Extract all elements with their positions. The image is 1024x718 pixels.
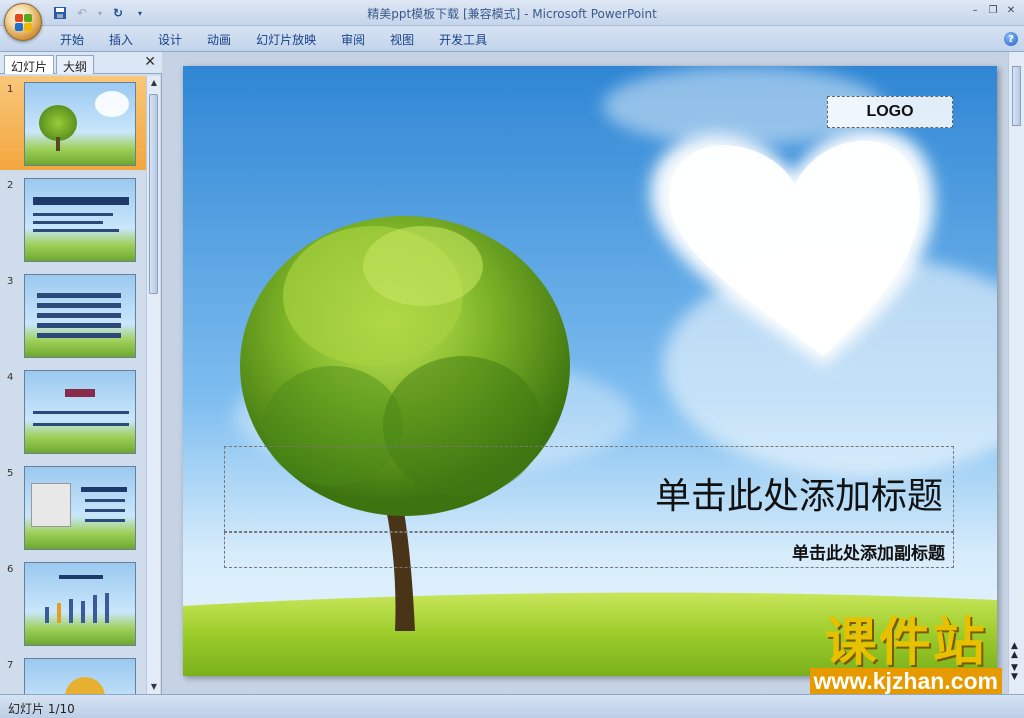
status-bar: 幻灯片 1/10	[0, 694, 1024, 718]
thumb-tree	[39, 105, 77, 141]
tab-view[interactable]: 视图	[390, 31, 427, 48]
slide-number: 4	[7, 372, 14, 383]
thumb-line	[33, 411, 129, 414]
slide-thumbnail[interactable]	[24, 178, 136, 262]
slide-thumbnail[interactable]	[24, 658, 136, 694]
slide-thumbnail-row[interactable]: 5	[0, 460, 146, 554]
slide-number: 5	[7, 468, 14, 479]
thumb-line	[37, 303, 121, 308]
slide-thumbnail-row[interactable]: 3	[0, 268, 146, 362]
thumb-block	[81, 487, 127, 492]
title-placeholder[interactable]: 单击此处添加标题	[224, 446, 954, 532]
slides-pane: 幻灯片 大纲 ✕ 1 2 3 4 5 6 7 ▲ ▼	[0, 52, 162, 694]
window-title: 精美ppt模板下载 [兼容模式] - Microsoft PowerPoint	[367, 7, 657, 21]
close-pane-icon[interactable]: ✕	[144, 54, 156, 70]
window-controls: – ❐ ✕	[968, 3, 1018, 17]
scroll-up-icon[interactable]: ▲	[149, 78, 159, 88]
thumb-shape	[65, 677, 105, 694]
slide-counter: 幻灯片 1/10	[8, 702, 75, 716]
thumb-image	[31, 483, 71, 527]
tab-design[interactable]: 设计	[158, 31, 195, 48]
watermark: 课件站 www.kjzhan.com	[809, 613, 1002, 694]
slide-number: 7	[7, 660, 14, 671]
tab-animations[interactable]: 动画	[207, 31, 244, 48]
watermark-brand: 课件站	[824, 613, 987, 673]
slide-thumbnail[interactable]	[24, 562, 136, 646]
slide-background-image	[183, 66, 997, 676]
thumb-line	[33, 221, 103, 224]
tab-slides[interactable]: 幻灯片	[4, 55, 55, 74]
ribbon-tabs: 开始 插入 设计 动画 幻灯片放映 审阅 视图 开发工具	[60, 31, 512, 48]
thumb-line	[33, 213, 113, 216]
current-slide[interactable]: LOGO 单击此处添加标题 单击此处添加副标题	[183, 66, 997, 676]
thumb-bar	[81, 601, 85, 623]
slide-thumbnail[interactable]	[24, 466, 136, 550]
title-bar: ↶ ▾ ↻ ▾ 精美ppt模板下载 [兼容模式] - Microsoft Pow…	[0, 0, 1024, 41]
slide-thumbnail[interactable]	[24, 82, 136, 166]
slide-thumbnail-row[interactable]: 2	[0, 172, 146, 266]
thumb-bar	[57, 603, 61, 623]
tab-outline[interactable]: 大纲	[56, 55, 95, 74]
slide-thumbnail-row[interactable]: 7	[0, 652, 146, 694]
thumb-bar	[105, 593, 109, 623]
scroll-thumb[interactable]	[149, 94, 158, 294]
restore-icon[interactable]: ❐	[986, 3, 1000, 17]
slide-number: 6	[7, 564, 14, 575]
thumb-line	[33, 423, 129, 426]
thumb-line	[37, 293, 121, 298]
thumb-block	[33, 197, 129, 205]
thumb-line	[37, 323, 121, 328]
slide-number: 1	[7, 84, 14, 95]
help-icon[interactable]: ?	[1004, 32, 1018, 46]
slide-editing-area: LOGO 单击此处添加标题 单击此处添加副标题 ▲ ▲ ▼ ▼	[163, 52, 1024, 694]
slide-thumbnail-row[interactable]: 6	[0, 556, 146, 650]
watermark-url: www.kjzhan.com	[809, 668, 1002, 694]
slide-thumbnails: 1 2 3 4 5 6 7	[0, 76, 146, 694]
slide-number: 2	[7, 180, 14, 191]
logo-placeholder[interactable]: LOGO	[827, 96, 953, 128]
thumb-line	[37, 333, 121, 338]
previous-slide-icon[interactable]: ▲ ▲	[1011, 642, 1018, 660]
scroll-down-icon[interactable]: ▼	[149, 682, 159, 692]
subtitle-placeholder-text: 单击此处添加副标题	[792, 544, 945, 564]
slide-number: 3	[7, 276, 14, 287]
office-logo-icon	[15, 14, 33, 32]
title-placeholder-text: 单击此处添加标题	[654, 476, 943, 517]
ribbon-tabs-bar: 开始 插入 设计 动画 幻灯片放映 审阅 视图 开发工具 ?	[0, 26, 1024, 52]
thumb-line	[85, 519, 125, 522]
thumb-bar	[93, 595, 97, 623]
scroll-thumb[interactable]	[1012, 66, 1021, 126]
canvas-scrollbar[interactable]: ▲ ▲ ▼ ▼	[1008, 52, 1024, 694]
tab-developer[interactable]: 开发工具	[439, 31, 500, 48]
slide-thumbnail-row[interactable]: 4	[0, 364, 146, 458]
thumb-bar	[45, 607, 49, 623]
slides-pane-scrollbar[interactable]: ▲ ▼	[146, 76, 160, 694]
tab-insert[interactable]: 插入	[109, 31, 146, 48]
thumb-cloud	[95, 91, 129, 117]
subtitle-placeholder[interactable]: 单击此处添加副标题	[224, 532, 954, 568]
next-slide-icon[interactable]: ▼ ▼	[1011, 664, 1018, 682]
thumb-block	[59, 575, 103, 579]
office-button[interactable]	[4, 3, 42, 41]
thumb-line	[85, 499, 125, 502]
slide-thumbnail-row[interactable]: 1	[0, 76, 146, 170]
slide-thumbnail[interactable]	[24, 274, 136, 358]
thumb-trunk	[56, 137, 60, 151]
thumb-line	[85, 509, 125, 512]
tab-slide-show[interactable]: 幻灯片放映	[256, 31, 329, 48]
tab-home[interactable]: 开始	[60, 31, 97, 48]
tab-review[interactable]: 审阅	[341, 31, 378, 48]
thumb-line	[33, 229, 119, 232]
close-icon[interactable]: ✕	[1004, 3, 1018, 17]
thumb-line	[37, 313, 121, 318]
slide-thumbnail[interactable]	[24, 370, 136, 454]
thumb-block	[65, 389, 95, 397]
pane-tabs: 幻灯片 大纲 ✕	[0, 52, 162, 74]
minimize-icon[interactable]: –	[968, 3, 982, 17]
thumb-bar	[69, 599, 73, 623]
